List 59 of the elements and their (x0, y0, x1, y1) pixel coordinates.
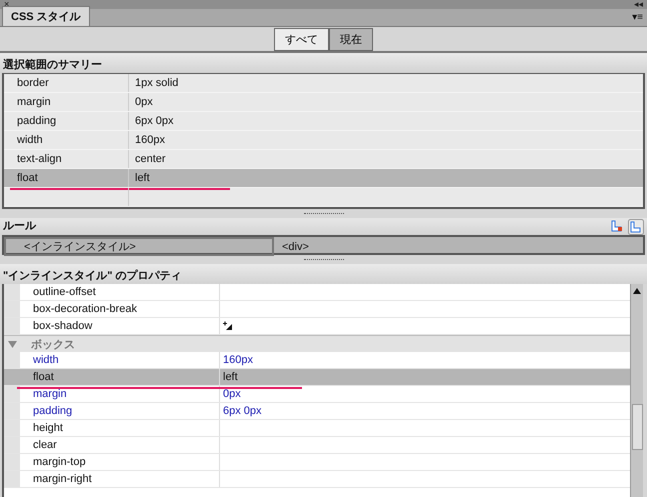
property-value: 160px (223, 354, 253, 366)
property-name: width (17, 134, 43, 146)
collapse-icon[interactable]: ◂◂ (634, 0, 643, 9)
property-name: padding (17, 115, 56, 127)
mode-button[interactable]: 現在 (329, 28, 373, 50)
property-row[interactable]: margin-top (4, 454, 630, 471)
property-name: outline-offset (33, 286, 96, 298)
property-name: margin (33, 388, 67, 400)
expand-icon[interactable] (8, 340, 17, 348)
property-name: border (17, 77, 49, 89)
section-title: ルール (3, 219, 36, 234)
property-value: center (135, 153, 166, 165)
rule-icon[interactable] (610, 219, 624, 233)
summary-row[interactable]: margin 0px (4, 93, 643, 112)
property-value: 160px (135, 134, 165, 146)
section-title: 選択範囲のサマリー (0, 53, 647, 73)
property-name: height (33, 422, 63, 434)
property-row[interactable]: margin-right (4, 471, 630, 488)
close-icon[interactable]: × (4, 0, 10, 9)
property-name: box-decoration-break (33, 303, 137, 315)
property-row[interactable]: outline-offset (4, 284, 630, 301)
group-label: ボックス (31, 338, 75, 352)
property-row[interactable]: box-decoration-break (4, 301, 630, 318)
rule-item[interactable]: <div> (274, 237, 643, 256)
menu-icon[interactable]: ▾≡ (632, 12, 647, 23)
property-name: text-align (17, 153, 62, 165)
property-row[interactable]: clear (4, 437, 630, 454)
property-value: left (135, 172, 150, 184)
property-name: clear (33, 439, 57, 451)
section-title: "インラインスタイル" のプロパティ (0, 264, 647, 284)
property-value: 0px (223, 388, 241, 400)
property-row[interactable]: margin 0px (4, 386, 630, 403)
summary-row[interactable]: padding 6px 0px (4, 112, 643, 131)
property-value: left (223, 371, 238, 383)
property-name: width (33, 354, 59, 366)
property-value: 6px 0px (135, 115, 174, 127)
scroll-thumb[interactable] (632, 404, 642, 450)
property-name: padding (33, 405, 72, 417)
property-name: box-shadow (33, 320, 92, 332)
summary-row[interactable]: width 160px (4, 131, 643, 150)
property-value: 6px 0px (223, 405, 262, 417)
property-name: float (33, 371, 54, 383)
property-name: float (17, 172, 38, 184)
summary-row[interactable]: float left (4, 169, 643, 188)
panel-tab[interactable]: CSS スタイル (2, 6, 90, 26)
summary-row[interactable]: border 1px solid (4, 74, 643, 93)
property-name: margin (17, 96, 51, 108)
scroll-up-icon[interactable] (633, 288, 641, 294)
add-shadow-icon[interactable] (223, 321, 233, 331)
rule-item[interactable]: <インラインスタイル> (4, 237, 274, 256)
property-value: 1px solid (135, 77, 178, 89)
property-name: margin-top (33, 456, 86, 468)
property-row[interactable]: height (4, 420, 630, 437)
mode-button[interactable]: すべて (274, 28, 329, 50)
property-row[interactable]: padding 6px 0px (4, 403, 630, 420)
property-value: 0px (135, 96, 153, 108)
property-row[interactable]: float left (4, 369, 630, 386)
scrollbar[interactable] (630, 284, 643, 497)
property-name: margin-right (33, 473, 92, 485)
